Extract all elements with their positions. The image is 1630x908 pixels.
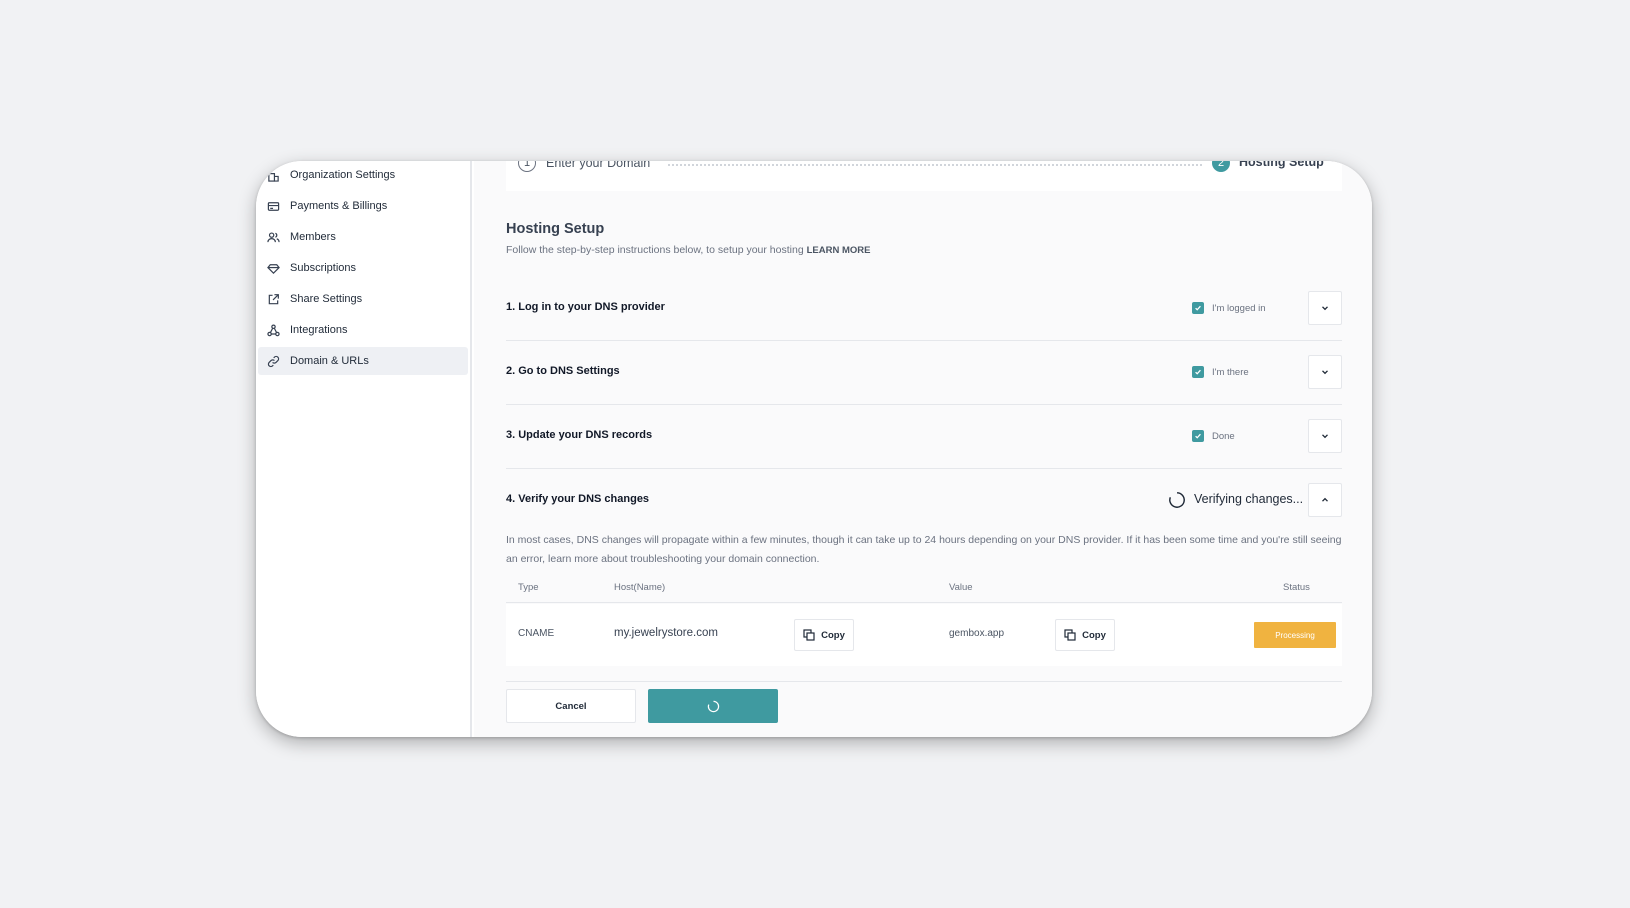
- step-section-update-records: 3. Update your DNS records Done: [506, 403, 1342, 469]
- step-label-enter-domain[interactable]: Enter your Domain: [546, 161, 650, 170]
- link-icon: [266, 354, 280, 368]
- copy-host-button[interactable]: Copy: [794, 619, 854, 651]
- credit-card-icon: [266, 199, 280, 213]
- page-subtitle: Follow the step-by-step instructions bel…: [506, 244, 870, 256]
- done-checkbox[interactable]: [1192, 430, 1204, 442]
- step-title: 2. Go to DNS Settings: [506, 365, 620, 377]
- record-value: gembox.app: [949, 628, 1005, 639]
- record-host: my.jewelrystore.com: [614, 627, 718, 639]
- sidebar-item-label: Organization Settings: [290, 169, 396, 181]
- chevron-down-icon: [1322, 434, 1328, 439]
- step-section-dns-settings: 2. Go to DNS Settings I'm there: [506, 339, 1342, 405]
- step-section-login: 1. Log in to your DNS provider I'm logge…: [506, 275, 1342, 341]
- column-header-type: Type: [518, 582, 539, 593]
- setup-stepper: 1 Enter your Domain 2 Hosting Setup: [506, 161, 1342, 191]
- diamond-icon: [266, 261, 280, 275]
- sidebar-item-label: Members: [290, 231, 336, 243]
- sidebar-item-subscriptions[interactable]: Subscriptions: [258, 254, 468, 282]
- settings-sidebar: Organization Settings Payments & Billing…: [256, 161, 472, 737]
- step-title: 3. Update your DNS records: [506, 429, 653, 441]
- collapse-button[interactable]: [1308, 483, 1342, 517]
- copy-icon: [1064, 629, 1076, 641]
- sidebar-item-members[interactable]: Members: [258, 223, 468, 251]
- dns-table-header: Type Host(Name) Value Status: [506, 573, 1342, 603]
- stepper-connector: [668, 164, 1202, 166]
- column-header-value: Value: [949, 582, 973, 593]
- external-link-icon: [266, 292, 280, 306]
- sidebar-item-label: Payments & Billings: [290, 200, 388, 212]
- checkbox-label: I'm logged in: [1212, 303, 1266, 314]
- users-icon: [266, 230, 280, 244]
- sidebar-item-label: Integrations: [290, 324, 348, 336]
- im-there-checkbox[interactable]: [1192, 366, 1204, 378]
- verifying-status: Verifying changes...: [1194, 492, 1304, 506]
- expand-button[interactable]: [1308, 291, 1342, 325]
- divider: [506, 681, 1342, 682]
- sidebar-item-integrations[interactable]: Integrations: [258, 316, 468, 344]
- learn-more-link[interactable]: LEARN MORE: [807, 245, 871, 256]
- copy-icon: [803, 629, 815, 641]
- subtitle-text: Follow the step-by-step instructions bel…: [506, 244, 804, 256]
- sidebar-item-organization-settings[interactable]: Organization Settings: [258, 161, 468, 189]
- table-row: CNAME my.jewelrystore.com Copy gembox.ap…: [506, 604, 1342, 666]
- integrations-icon: [266, 323, 280, 337]
- verify-description: In most cases, DNS changes will propagat…: [506, 534, 1342, 565]
- sidebar-item-label: Share Settings: [290, 293, 363, 305]
- building-icon: [266, 168, 280, 182]
- main-content: 1 Enter your Domain 2 Hosting Setup Host…: [474, 161, 1372, 737]
- copy-label: Copy: [821, 629, 845, 641]
- page-title: Hosting Setup: [506, 221, 605, 237]
- copy-value-button[interactable]: Copy: [1055, 619, 1115, 651]
- column-header-status: Status: [1283, 582, 1310, 593]
- sidebar-item-label: Subscriptions: [290, 262, 357, 274]
- spinner-icon: [707, 700, 719, 712]
- chevron-up-icon: [1322, 497, 1328, 502]
- checkbox-label: Done: [1212, 431, 1235, 442]
- record-type: CNAME: [518, 628, 555, 639]
- status-badge: Processing: [1254, 622, 1336, 648]
- sidebar-item-payments-billings[interactable]: Payments & Billings: [258, 192, 468, 220]
- copy-label: Copy: [1082, 629, 1106, 641]
- step-title: 4. Verify your DNS changes: [506, 493, 650, 505]
- spinner-icon: [1169, 492, 1185, 508]
- chevron-down-icon: [1322, 306, 1328, 311]
- cancel-button[interactable]: Cancel: [506, 689, 636, 723]
- sidebar-item-label: Domain & URLs: [290, 355, 369, 367]
- step-section-verify: 4. Verify your DNS changes Verifying cha…: [506, 467, 1342, 533]
- submit-button[interactable]: [648, 689, 778, 723]
- step-label-hosting-setup: Hosting Setup: [1239, 161, 1324, 169]
- checkbox-label: I'm there: [1212, 367, 1249, 378]
- expand-button[interactable]: [1308, 355, 1342, 389]
- app-window: Organization Settings Payments & Billing…: [256, 161, 1372, 737]
- sidebar-item-domain-urls[interactable]: Domain & URLs: [258, 347, 468, 375]
- expand-button[interactable]: [1308, 419, 1342, 453]
- column-header-host: Host(Name): [614, 582, 666, 593]
- chevron-down-icon: [1322, 370, 1328, 375]
- step-number-2: 2: [1212, 161, 1230, 172]
- step-title: 1. Log in to your DNS provider: [506, 301, 665, 313]
- sidebar-item-share-settings[interactable]: Share Settings: [258, 285, 468, 313]
- logged-in-checkbox[interactable]: [1192, 302, 1204, 314]
- step-number-1: 1: [518, 161, 536, 172]
